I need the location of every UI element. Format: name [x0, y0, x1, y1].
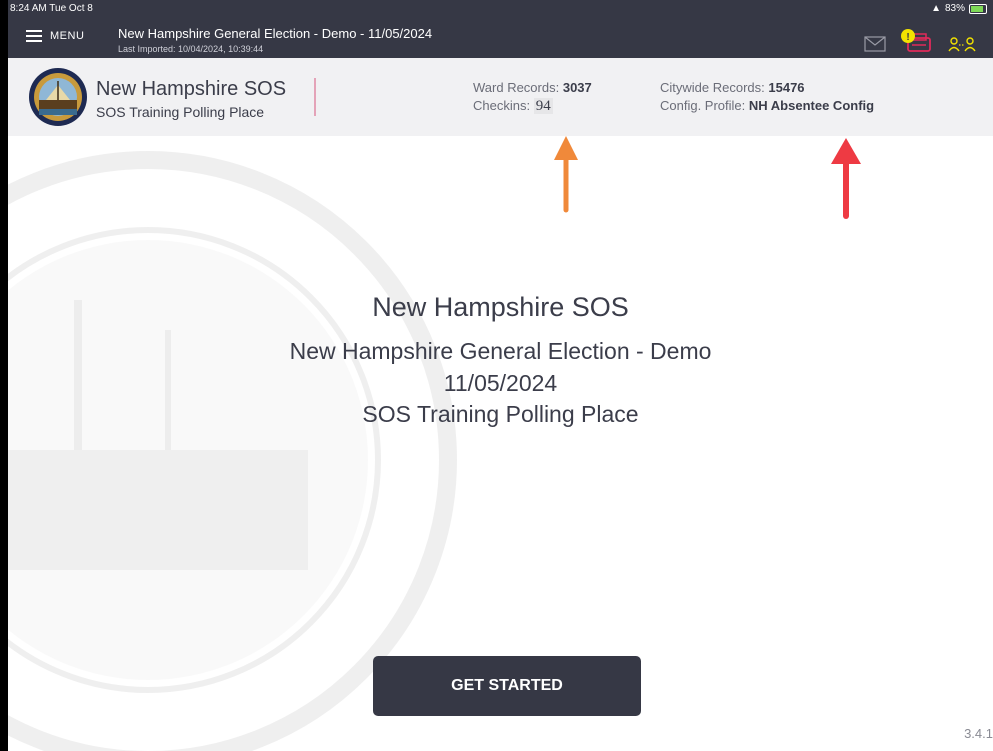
users-icon[interactable] [948, 36, 976, 52]
config-profile-value: NH Absentee Config [748, 98, 875, 113]
info-header: New Hampshire SOS SOS Training Polling P… [8, 58, 993, 136]
header-divider [314, 78, 316, 116]
polling-place: SOS Training Polling Place [96, 104, 265, 120]
ward-records-value: 3037 [562, 80, 592, 95]
menu-button[interactable]: MENU [26, 30, 84, 42]
battery-icon [969, 3, 987, 14]
org-name: New Hampshire SOS [96, 78, 287, 100]
main-election-name: New Hampshire General Election - Demo [289, 338, 712, 364]
checkins: Checkins: 94 [473, 98, 553, 115]
citywide-records-label: Citywide Records: [660, 80, 765, 95]
config-profile: Config. Profile: NH Absentee Config [660, 98, 874, 113]
get-started-button[interactable]: GET STARTED [373, 656, 641, 716]
main-org-name: New Hampshire SOS [372, 292, 629, 322]
battery-percent: 83% [944, 3, 965, 14]
device-frame: 8:24 AM Tue Oct 8 ▲ 83% MENU New Hampshi… [0, 0, 993, 751]
citywide-records-value: 15476 [768, 80, 805, 95]
svg-text:!: ! [906, 32, 909, 43]
main-polling-place: SOS Training Polling Place [362, 401, 639, 427]
citywide-records: Citywide Records: 15476 [660, 80, 805, 95]
app-screen: 8:24 AM Tue Oct 8 ▲ 83% MENU New Hampshi… [8, 0, 993, 751]
red-arrow-annotation [831, 138, 861, 219]
checkins-label: Checkins: [473, 98, 531, 113]
hamburger-icon [26, 30, 42, 42]
status-indicators: ▲ 83% [931, 3, 987, 14]
ward-records-label: Ward Records: [473, 80, 560, 95]
last-imported: Last Imported: 10/04/2024, 10:39:44 [118, 44, 264, 54]
ward-records: Ward Records: 3037 [473, 80, 592, 95]
election-title: New Hampshire General Election - Demo - … [118, 26, 433, 41]
app-version: 3.4.1 [964, 726, 993, 741]
printer-icon[interactable]: ! [898, 28, 934, 54]
orange-arrow-annotation [554, 136, 578, 213]
state-seal-logo [29, 68, 87, 126]
menu-label: MENU [50, 30, 85, 42]
checkins-value: 94 [533, 98, 553, 114]
nav-bar: 8:24 AM Tue Oct 8 ▲ 83% MENU New Hampshi… [8, 0, 993, 58]
config-profile-label: Config. Profile: [660, 98, 746, 113]
main-election-date: 11/05/2024 [443, 370, 558, 396]
wifi-icon: ▲ [931, 3, 941, 14]
mail-icon[interactable] [864, 36, 886, 52]
status-time: 8:24 AM Tue Oct 8 [10, 3, 93, 14]
